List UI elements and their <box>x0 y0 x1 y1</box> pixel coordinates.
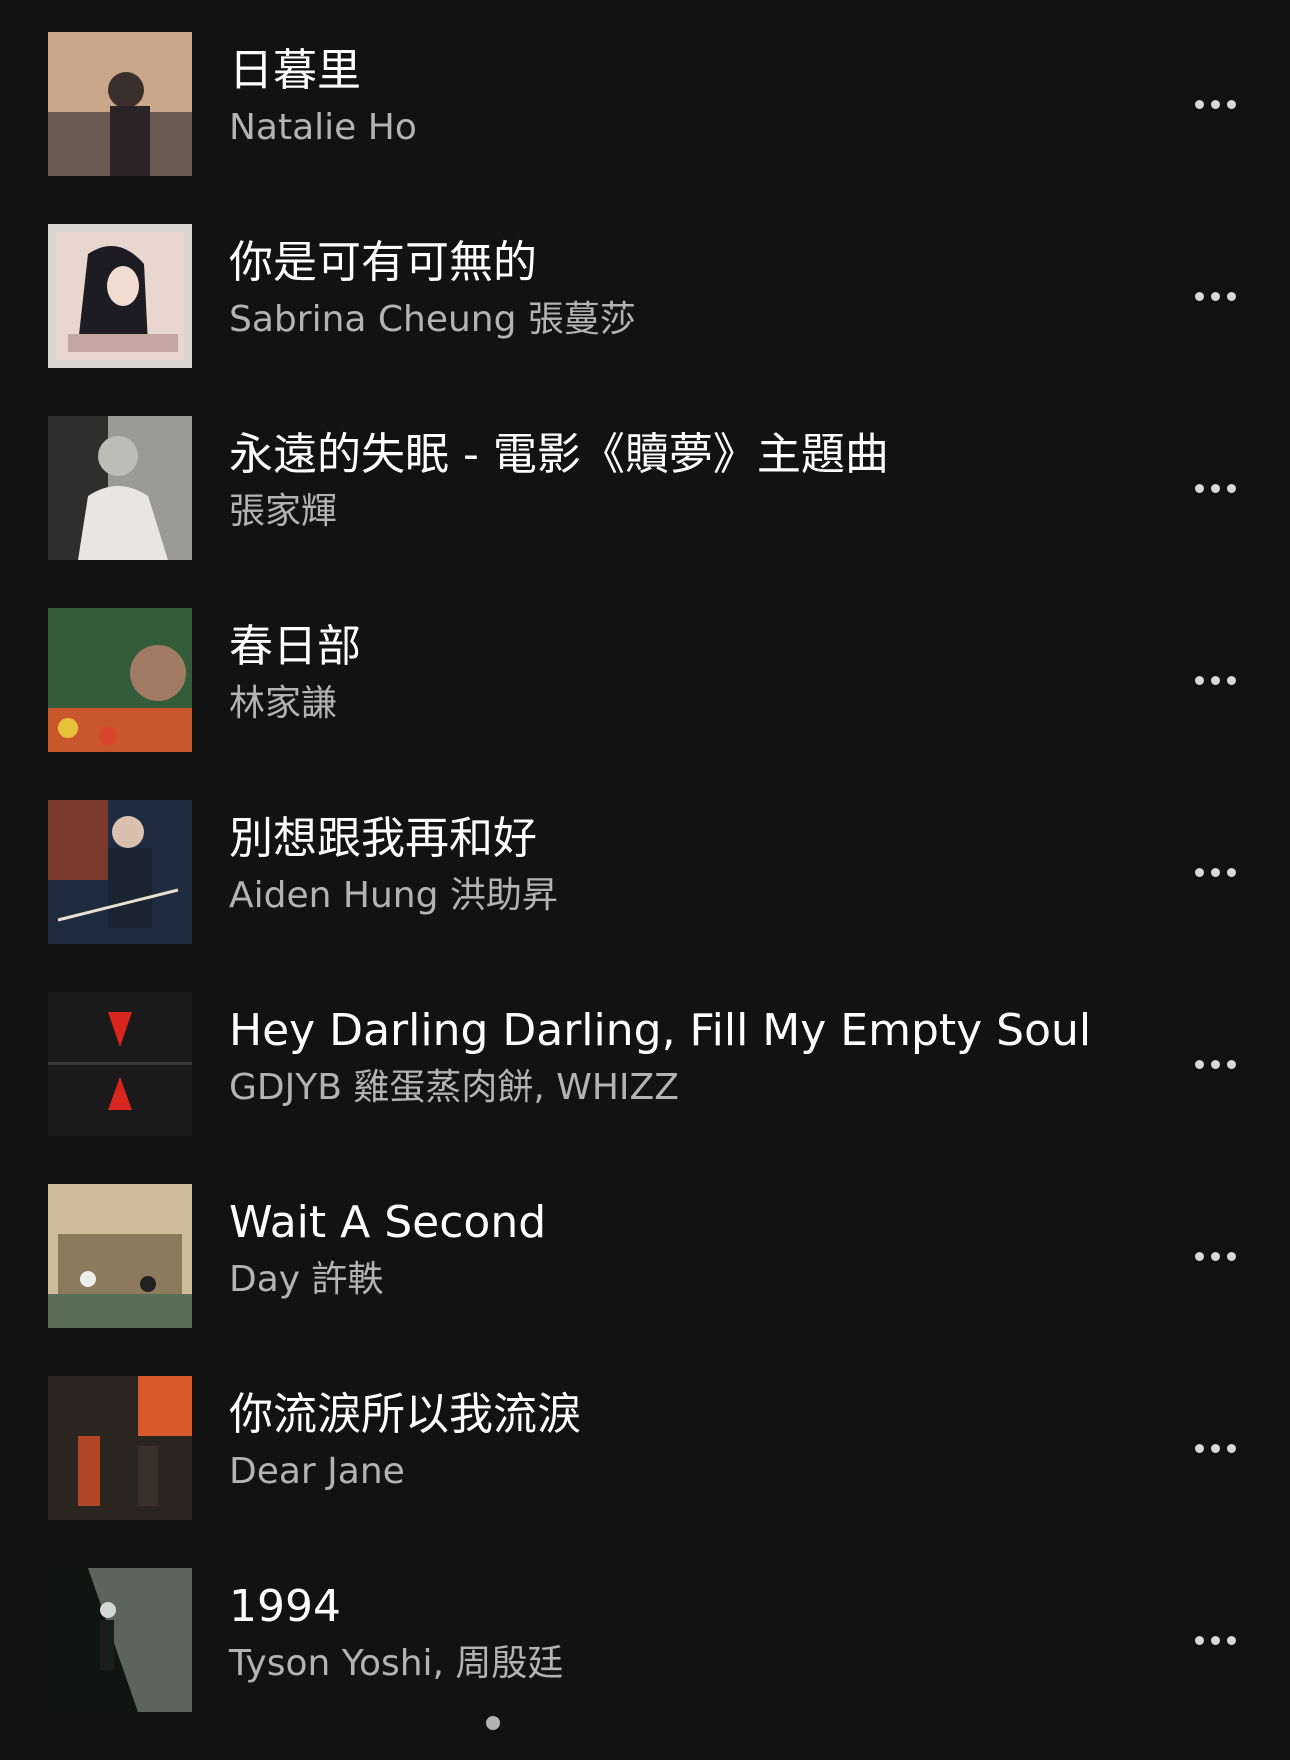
more-options-icon <box>1194 1635 1236 1645</box>
track-row[interactable]: 日暮里 Natalie Ho <box>0 32 1290 224</box>
track-title: Hey Darling Darling, Fill My Empty Soul <box>229 1005 1092 1056</box>
album-art-man-suit <box>48 800 192 944</box>
album-art-man-bw <box>48 416 192 560</box>
track-row[interactable]: 你是可有可無的 Sabrina Cheung 張蔓莎 <box>0 224 1290 416</box>
album-cover <box>48 608 192 752</box>
track-row[interactable]: 1994 Tyson Yoshi, 周殷廷 <box>0 1568 1290 1760</box>
track-artist: 林家謙 <box>229 683 338 724</box>
track-info: Wait A Second Day 許軼 <box>229 1194 1129 1308</box>
album-art-dusk-couple <box>48 32 192 176</box>
track-row[interactable]: 你流淚所以我流淚 Dear Jane <box>0 1376 1290 1568</box>
track-artist: Tyson Yoshi, 周殷廷 <box>229 1643 564 1684</box>
track-title: 你流淚所以我流淚 <box>229 1389 581 1440</box>
more-options-icon <box>1194 867 1236 877</box>
album-cover <box>48 224 192 368</box>
track-artist: Day 許軼 <box>229 1259 384 1300</box>
album-art-flowers <box>48 608 192 752</box>
track-title: 永遠的失眠 - 電影《贖夢》主題曲 <box>229 429 889 480</box>
more-options-icon <box>1194 291 1236 301</box>
album-cover <box>48 1376 192 1520</box>
track-list: 日暮里 Natalie Ho 你是可有可無的 Sabrina Cheung 張蔓莎永遠… <box>0 32 1290 1760</box>
album-art-dark-figure <box>48 1568 192 1712</box>
track-info: Hey Darling Darling, Fill My Empty Soul G… <box>229 1002 1129 1116</box>
track-info: 1994 Tyson Yoshi, 周殷廷 <box>229 1578 1129 1692</box>
track-row[interactable]: 春日部 林家謙 <box>0 608 1290 800</box>
track-title: 1994 <box>229 1581 341 1632</box>
track-row[interactable]: Hey Darling Darling, Fill My Empty Soul G… <box>0 992 1290 1184</box>
track-info: 你流淚所以我流淚 Dear Jane <box>229 1386 1129 1500</box>
track-info: 別想跟我再和好 Aiden Hung 洪助昇 <box>229 810 1129 924</box>
track-info: 日暮里 Natalie Ho <box>229 42 1129 156</box>
track-row[interactable]: 永遠的失眠 - 電影《贖夢》主題曲張家輝 <box>0 416 1290 608</box>
album-cover <box>48 1184 192 1328</box>
more-options-button[interactable] <box>1185 464 1245 512</box>
track-info: 永遠的失眠 - 電影《贖夢》主題曲張家輝 <box>229 426 1129 540</box>
more-options-button[interactable] <box>1185 656 1245 704</box>
track-artist: Sabrina Cheung 張蔓莎 <box>229 299 636 340</box>
track-title: 日暮里 <box>229 45 361 96</box>
track-title: Wait A Second <box>229 1197 547 1248</box>
album-art-woman-portrait <box>48 224 192 368</box>
more-options-button[interactable] <box>1185 848 1245 896</box>
more-options-icon <box>1194 99 1236 109</box>
track-artist: GDJYB 雞蛋蒸肉餅, WHIZZ <box>229 1067 679 1108</box>
track-artist: Natalie Ho <box>229 107 417 148</box>
more-options-button[interactable] <box>1185 80 1245 128</box>
more-options-icon <box>1194 675 1236 685</box>
track-title: 你是可有可無的 <box>229 237 537 288</box>
more-options-icon <box>1194 483 1236 493</box>
album-art-red-arrows <box>48 992 192 1136</box>
album-art-night-street <box>48 1376 192 1520</box>
more-options-button[interactable] <box>1185 1232 1245 1280</box>
watermark-icon <box>486 1716 500 1730</box>
album-cover <box>48 1568 192 1712</box>
album-cover <box>48 32 192 176</box>
track-artist: Dear Jane <box>229 1451 405 1492</box>
more-options-button[interactable] <box>1185 272 1245 320</box>
more-options-button[interactable] <box>1185 1424 1245 1472</box>
track-artist: Aiden Hung 洪助昇 <box>229 875 558 916</box>
album-cover <box>48 992 192 1136</box>
track-info: 你是可有可無的 Sabrina Cheung 張蔓莎 <box>229 234 1129 348</box>
track-artist: 張家輝 <box>229 491 338 532</box>
more-options-icon <box>1194 1059 1236 1069</box>
album-cover <box>48 416 192 560</box>
track-row[interactable]: 別想跟我再和好 Aiden Hung 洪助昇 <box>0 800 1290 992</box>
more-options-button[interactable] <box>1185 1616 1245 1664</box>
track-info: 春日部 林家謙 <box>229 618 1129 732</box>
album-cover <box>48 800 192 944</box>
more-options-icon <box>1194 1443 1236 1453</box>
more-options-icon <box>1194 1251 1236 1261</box>
album-art-street-scene <box>48 1184 192 1328</box>
track-title: 春日部 <box>229 621 361 672</box>
more-options-button[interactable] <box>1185 1040 1245 1088</box>
track-title: 別想跟我再和好 <box>229 813 537 864</box>
track-row[interactable]: Wait A Second Day 許軼 <box>0 1184 1290 1376</box>
